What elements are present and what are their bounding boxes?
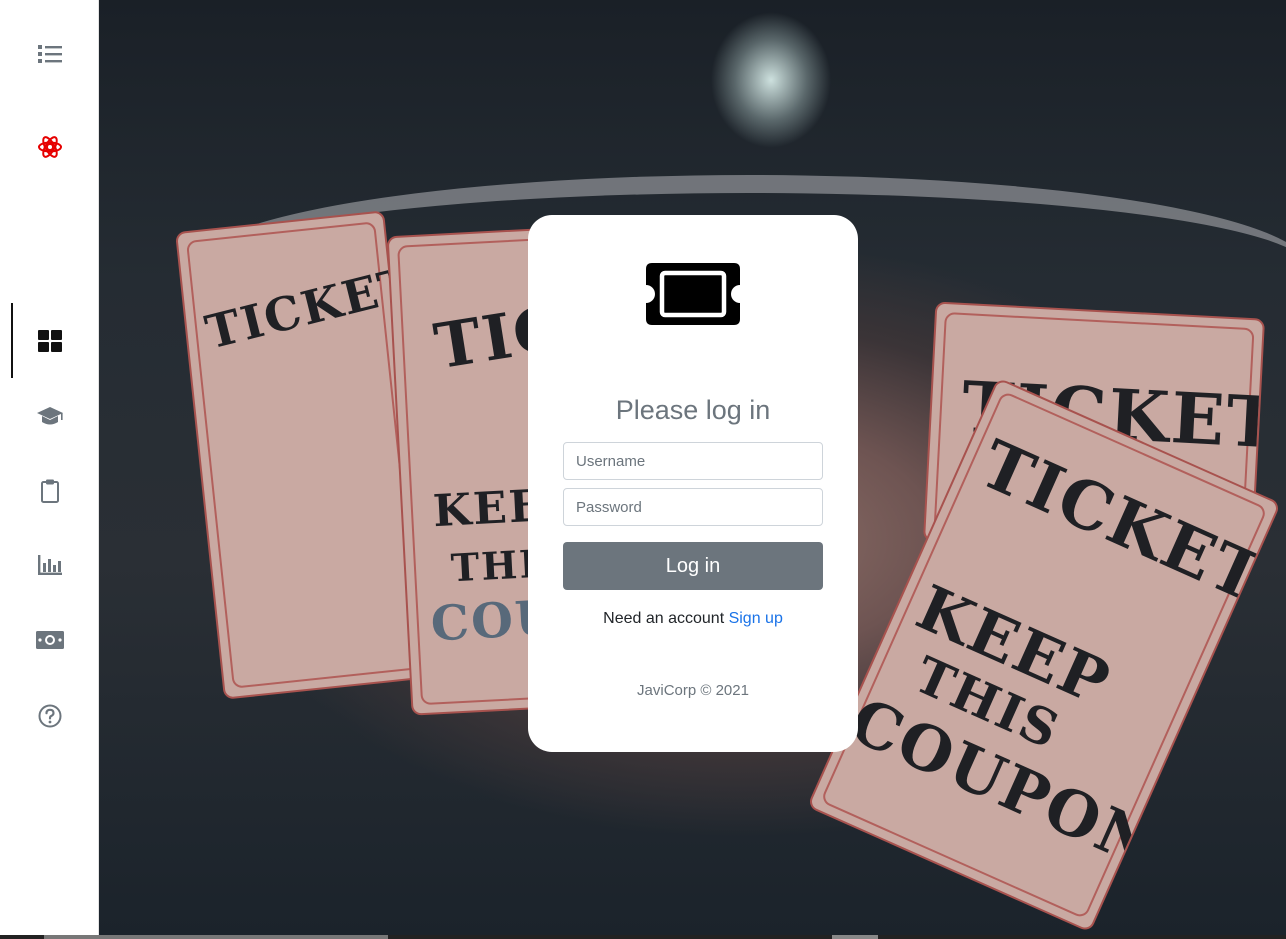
sidebar-item-dashboard[interactable] bbox=[0, 313, 99, 369]
graduation-cap-icon bbox=[36, 407, 63, 425]
login-card: Please log in Log in Need an account Sig… bbox=[528, 215, 858, 752]
signup-prompt: Need an account bbox=[603, 610, 729, 627]
username-input[interactable] bbox=[563, 442, 823, 480]
sidebar-item-help[interactable] bbox=[0, 688, 99, 744]
money-bill-icon bbox=[35, 631, 64, 649]
sidebar-item-tasks[interactable] bbox=[0, 463, 99, 519]
list-icon bbox=[37, 45, 62, 63]
sidebar-item-stats[interactable] bbox=[0, 537, 99, 593]
copyright-text: JaviCorp © 2021 bbox=[637, 682, 749, 699]
login-button[interactable]: Log in bbox=[563, 542, 823, 590]
react-atom-icon bbox=[37, 136, 62, 158]
password-input[interactable] bbox=[563, 488, 823, 526]
sidebar-item-menu[interactable] bbox=[0, 26, 99, 82]
sidebar bbox=[0, 0, 99, 935]
signup-row: Need an account Sign up bbox=[528, 610, 858, 628]
ticket-logo bbox=[644, 261, 742, 332]
bottom-scrollbar[interactable] bbox=[0, 935, 1286, 939]
sidebar-item-home[interactable] bbox=[0, 119, 99, 175]
dashboard-grid-icon bbox=[37, 330, 62, 352]
question-circle-icon bbox=[38, 704, 61, 728]
clipboard-icon bbox=[40, 479, 59, 503]
scrollbar-thumb-secondary[interactable] bbox=[832, 935, 878, 939]
ticket-icon bbox=[646, 263, 740, 325]
signup-link[interactable]: Sign up bbox=[729, 610, 783, 627]
scrollbar-thumb[interactable] bbox=[44, 935, 388, 939]
sidebar-item-courses[interactable] bbox=[0, 388, 99, 444]
login-title: Please log in bbox=[615, 395, 771, 425]
sidebar-item-payments[interactable] bbox=[0, 612, 99, 668]
bar-chart-icon bbox=[37, 555, 62, 575]
